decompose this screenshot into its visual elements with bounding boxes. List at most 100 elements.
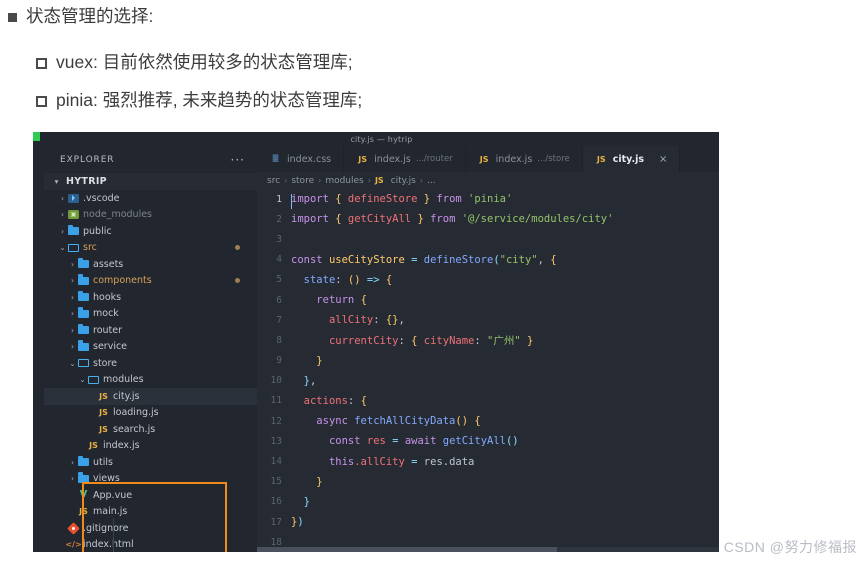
code-line[interactable]: 12 async fetchAllCityData() {	[257, 411, 719, 431]
tree-item-modules[interactable]: ⌄ modules	[44, 372, 257, 389]
workspace-root-row[interactable]: ▾ HYTRIP	[44, 173, 257, 190]
code-token: async	[316, 415, 355, 428]
code-line[interactable]: 11 actions: {	[257, 391, 719, 411]
code-token: import	[291, 213, 336, 226]
code-line[interactable]: 6 return {	[257, 290, 719, 310]
tree-item-src[interactable]: ⌄ src	[44, 240, 257, 257]
folder-icon	[77, 455, 90, 467]
tree-item-components[interactable]: › components	[44, 273, 257, 290]
tree-item-index-html[interactable]: </> index.html	[44, 537, 257, 553]
window-title-bar: city.js — hytrip	[44, 132, 719, 146]
breadcrumb-segment[interactable]: src	[267, 176, 280, 186]
line-number: 4	[276, 254, 282, 266]
code-line[interactable]: 7 allCity: {},	[257, 310, 719, 330]
chevron-right-icon: ›	[71, 474, 74, 484]
close-icon[interactable]: ×	[659, 154, 667, 165]
tree-item-router[interactable]: › router	[44, 322, 257, 339]
tree-item-index-js[interactable]: JS index.js	[44, 438, 257, 455]
explorer-title: EXPLORER	[60, 154, 115, 165]
chevron-right-icon: ›	[71, 276, 74, 286]
tree-item-hooks[interactable]: › hooks	[44, 289, 257, 306]
code-line[interactable]: 9 }	[257, 351, 719, 371]
more-actions-icon[interactable]: ···	[231, 154, 245, 166]
editor-tab-index-js-store[interactable]: JS index.js .../store	[465, 146, 583, 172]
tree-item-store[interactable]: ⌄ store	[44, 355, 257, 372]
code-token: :	[347, 394, 361, 407]
tab-path-suffix: .../router	[415, 154, 453, 164]
tree-item-assets[interactable]: › assets	[44, 256, 257, 273]
folder-icon	[77, 274, 90, 285]
tree-item-views[interactable]: › views	[44, 471, 257, 488]
tree-item-loading-js[interactable]: JS loading.js	[44, 405, 257, 422]
tree-item-main-js[interactable]: JS main.js	[44, 504, 257, 521]
editor-tab-index-js-router[interactable]: JS index.js .../router	[344, 146, 466, 172]
breadcrumb-segment[interactable]: modules	[325, 176, 363, 186]
activity-bar-indicator-icon	[33, 132, 40, 141]
code-line[interactable]: 16 }	[257, 492, 719, 512]
code-line[interactable]: 3	[257, 229, 719, 249]
code-line[interactable]: 10 },	[257, 371, 719, 391]
code-token: const	[291, 253, 329, 266]
code-line[interactable]: 17})	[257, 512, 719, 532]
js-file-icon: JS	[479, 154, 489, 164]
slide-heading: 状态管理的选择:	[26, 6, 154, 26]
activity-bar[interactable]	[33, 132, 44, 552]
code-line[interactable]: 13 const res = await getCityAll()	[257, 431, 719, 451]
js-file-icon: JS	[99, 424, 108, 434]
chevron-right-icon: ›	[71, 325, 74, 335]
line-number: 11	[270, 395, 282, 407]
tree-item-label: utils	[93, 456, 113, 468]
code-token: {	[468, 415, 481, 428]
tree-item-public[interactable]: › public	[44, 223, 257, 240]
tree-item-gitignore[interactable]: .gitignore	[44, 520, 257, 537]
editor-tab-city-js[interactable]: JS city.js ×	[582, 146, 681, 172]
tree-item-service[interactable]: › service	[44, 339, 257, 356]
chevron-right-icon: ›	[71, 457, 74, 467]
tree-item-city-js[interactable]: JS city.js	[44, 388, 257, 405]
code-line[interactable]: 4 const useCityStore = defineStore("city"…	[257, 250, 719, 270]
breadcrumb-segment[interactable]: city.js	[391, 176, 416, 186]
code-token: getCityAll	[442, 435, 506, 448]
code-token: from	[430, 193, 469, 206]
npm-folder-icon: ▣	[67, 210, 80, 220]
code-token: defineStore	[341, 193, 424, 206]
bullet-level1: 状态管理的选择:	[8, 6, 153, 28]
breadcrumb-segment[interactable]: ...	[427, 176, 436, 186]
folder-icon	[77, 290, 90, 302]
chevron-right-icon: ›	[61, 193, 64, 203]
tree-item-utils[interactable]: › utils	[44, 454, 257, 471]
breadcrumb[interactable]: src › store › modules › JS city.js ›...	[257, 172, 719, 189]
tree-item-vscode[interactable]: › .vscode	[44, 190, 257, 207]
code-token: )	[297, 516, 304, 529]
tree-item-app-vue[interactable]: V App.vue	[44, 487, 257, 504]
editor-tab-index-css[interactable]: ≣ index.css	[257, 146, 345, 172]
line-number: 17	[270, 516, 282, 528]
code-editor[interactable]: 1 import { defineStore } from 'pinia' 2 imp…	[257, 189, 719, 552]
line-number: 15	[270, 476, 282, 488]
code-line[interactable]: 14 this.allCity = res.data	[257, 451, 719, 471]
vue-file-icon: V	[79, 489, 88, 501]
horizontal-scrollbar[interactable]	[257, 547, 719, 552]
code-token: }	[303, 495, 310, 508]
code-line[interactable]: 8 currentCity: { cityName: "广州" }	[257, 330, 719, 350]
editor-tab-bar[interactable]: ≣ index.css JS index.js .../router JS index.js…	[257, 146, 719, 172]
chevron-down-icon: ⌄	[69, 358, 76, 368]
code-token: {	[360, 294, 367, 307]
tree-item-node-modules[interactable]: › ▣ node_modules	[44, 207, 257, 224]
code-line[interactable]: 1 import { defineStore } from 'pinia'	[257, 189, 719, 210]
code-line[interactable]: 15 }	[257, 472, 719, 492]
code-line[interactable]: 5 state: () => {	[257, 270, 719, 290]
explorer-header: EXPLORER ···	[44, 146, 257, 173]
code-line-text: async fetchAllCityData() {	[291, 415, 719, 427]
slide-text-block: 状态管理的选择: vuex: 目前依然使用较多的状态管理库; pinia: 强烈…	[0, 0, 867, 132]
code-line[interactable]: 2 import { getCityAll } from '@/service/m…	[257, 209, 719, 229]
line-number: 16	[270, 496, 282, 508]
breadcrumb-segment[interactable]: store	[291, 176, 314, 186]
file-tree[interactable]: › .vscode › ▣ node_modules › public ⌄ src › assets…	[44, 190, 257, 552]
tree-item-mock[interactable]: › mock	[44, 306, 257, 323]
code-token: ,	[537, 253, 551, 266]
tree-item-search-js[interactable]: JS search.js	[44, 421, 257, 438]
tree-item-label: mock	[93, 308, 119, 320]
